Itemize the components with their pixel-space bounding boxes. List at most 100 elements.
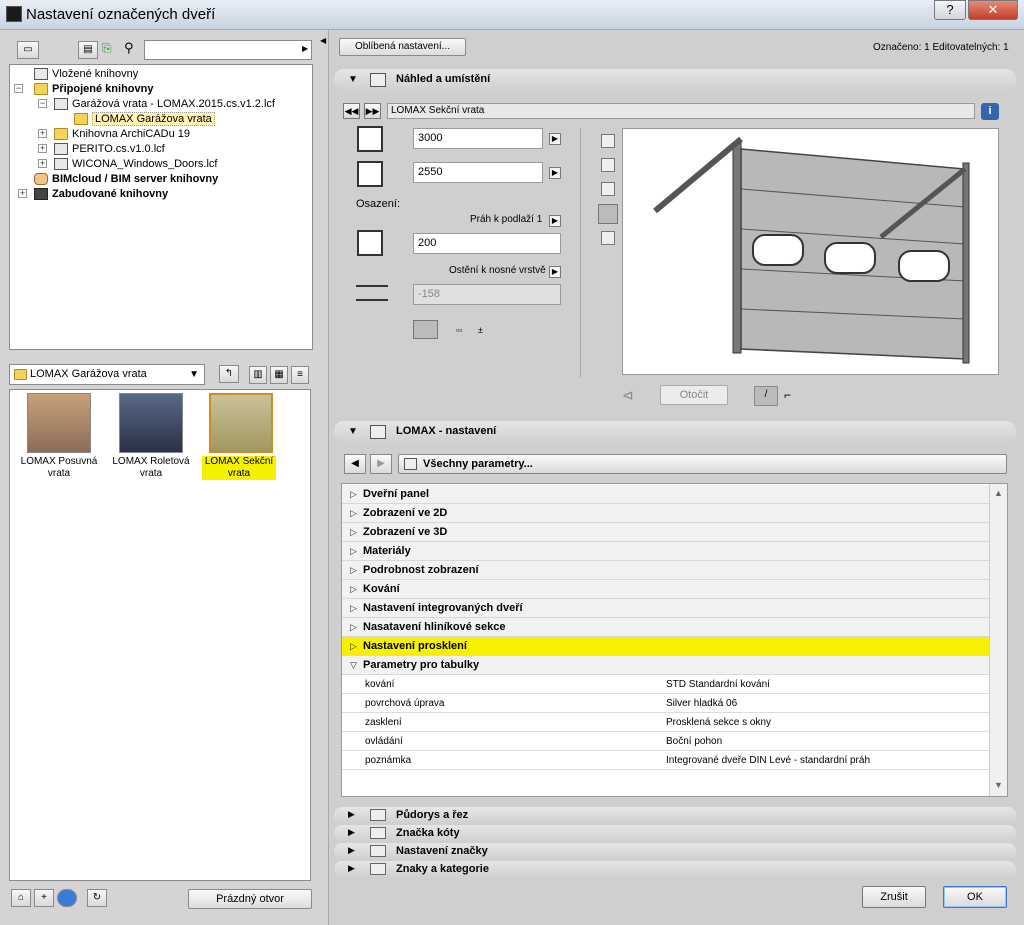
folder-up-icon[interactable]: ↰ <box>219 365 239 383</box>
expand-icon[interactable]: + <box>18 189 27 198</box>
param-group[interactable]: ▷ Kování <box>342 580 989 599</box>
width-field[interactable]: 3000 <box>413 128 543 149</box>
back-button[interactable]: ◀ <box>344 454 366 474</box>
width-icon <box>357 126 383 152</box>
expand-icon[interactable]: + <box>38 129 47 138</box>
section-marker-settings[interactable]: ▶ Nastavení značky <box>334 843 1016 860</box>
expand-triangle-icon: ▷ <box>350 546 357 556</box>
view-plan-icon[interactable] <box>601 134 615 148</box>
view-section-icon[interactable] <box>601 158 615 172</box>
collapse-icon[interactable]: − <box>38 99 47 108</box>
tree-item[interactable]: Připojené knihovny <box>34 82 153 97</box>
add-library-icon[interactable]: + <box>34 889 54 907</box>
tree-item[interactable]: WICONA_Windows_Doors.lcf <box>54 157 217 172</box>
expand-icon[interactable]: + <box>38 159 47 168</box>
param-row[interactable]: zasklení Prosklená sekce s okny <box>342 713 989 732</box>
tree-item[interactable]: Garážová vrata - LOMAX.2015.cs.v1.2.lcf <box>54 97 275 112</box>
section-floorplan[interactable]: ▶ Půdorys a řez <box>334 807 1016 824</box>
search-arrow-icon[interactable]: ▶ <box>302 44 308 53</box>
opening-side-icon[interactable]: / <box>754 386 778 406</box>
folder-dropdown[interactable]: LOMAX Garážova vrata ▼ <box>9 364 205 385</box>
library-tree: Vložené knihovny − Připojené knihovny − … <box>9 64 313 350</box>
search-input[interactable] <box>144 40 312 60</box>
param-group[interactable]: ▷ Podrobnost zobrazení <box>342 561 989 580</box>
param-group[interactable]: ▷ Materiály <box>342 542 989 561</box>
view-list-icon[interactable]: ≡ <box>291 366 309 384</box>
height-arrow-icon[interactable]: ▶ <box>549 167 561 179</box>
folder-icon <box>74 113 88 126</box>
panel-collapse-icon[interactable]: ◀ <box>320 36 326 45</box>
section-dimension-marker[interactable]: ▶ Značka kóty <box>334 825 1016 842</box>
view-3d-icon[interactable] <box>598 204 618 224</box>
sill-field[interactable]: 200 <box>413 233 561 254</box>
expand-triangle-icon: ▷ <box>350 489 357 499</box>
params-icon <box>404 458 417 470</box>
scroll-up-icon: ▲ <box>994 488 1003 498</box>
param-group-expanded[interactable]: ▽ Parametry pro tabulky <box>342 656 989 675</box>
thumb-sliding-door[interactable] <box>27 393 91 453</box>
section-categories[interactable]: ▶ Znaky a kategorie <box>334 861 1016 878</box>
tree-item[interactable]: BIMcloud / BIM server knihovny <box>34 172 218 187</box>
library-manager-icon[interactable]: ▤ <box>78 41 98 59</box>
anchor-option-2-icon[interactable]: ▫▫ <box>456 325 462 335</box>
help-button[interactable]: ? <box>934 0 966 20</box>
width-arrow-icon[interactable]: ▶ <box>549 133 561 145</box>
param-row[interactable]: poznámka Integrované dveře DIN Levé - sta… <box>342 751 989 770</box>
reveal-arrow-icon[interactable]: ▶ <box>549 266 561 278</box>
refresh-icon[interactable]: ↻ <box>87 889 107 907</box>
tree-item[interactable]: Knihovna ArchiCADu 19 <box>54 127 190 142</box>
anchor-option-3-icon[interactable]: ± <box>478 325 483 335</box>
expand-icon[interactable]: + <box>38 144 47 153</box>
ok-button[interactable]: OK <box>943 886 1007 908</box>
param-group[interactable]: ▷ Zobrazení ve 2D <box>342 504 989 523</box>
thumb-label[interactable]: LOMAX Posuvná vrata <box>16 456 102 480</box>
param-group[interactable]: ▷ Dveřní panel <box>342 485 989 504</box>
view-elevation-icon[interactable] <box>601 182 615 196</box>
library-file-icon <box>54 98 68 111</box>
folder-icon <box>54 128 68 141</box>
expand-triangle-icon: ▷ <box>350 603 357 613</box>
param-row[interactable]: kování STD Standardní kování <box>342 675 989 694</box>
view-large-icon[interactable]: ▥ <box>249 366 267 384</box>
param-row[interactable]: ovládání Boční pohon <box>342 732 989 751</box>
close-button[interactable]: ✕ <box>968 0 1018 20</box>
forward-button[interactable]: ▶ <box>370 454 392 474</box>
tree-item[interactable]: LOMAX Garážova vrata <box>74 112 215 127</box>
globe-icon[interactable] <box>57 889 77 907</box>
folder-icon <box>14 369 27 380</box>
all-parameters-dropdown[interactable]: Všechny parametry... <box>398 454 1007 474</box>
param-group-selected[interactable]: ▷ Nastavení prosklení <box>342 637 989 656</box>
library-icon-1[interactable]: ⌂ <box>11 889 31 907</box>
thumb-sectional-door[interactable] <box>209 393 273 453</box>
collapse-icon[interactable]: − <box>14 84 23 93</box>
height-field[interactable]: 2550 <box>413 162 543 183</box>
thumb-roller-door[interactable] <box>119 393 183 453</box>
param-group[interactable]: ▷ Nastavení integrovaných dveří <box>342 599 989 618</box>
tag-icon[interactable]: ⎘ <box>102 41 112 56</box>
tree-item[interactable]: Vložené knihovny <box>34 67 138 82</box>
param-group[interactable]: ▷ Nasatavení hliníkové sekce <box>342 618 989 637</box>
search-icon[interactable]: ⚲ <box>124 40 134 56</box>
opening-side-alt-icon[interactable]: ⌐ <box>784 388 791 402</box>
thumb-label[interactable]: LOMAX Roletová vrata <box>108 456 194 480</box>
view-mode-icon[interactable]: ▭ <box>17 41 39 59</box>
anchor-option-1-icon[interactable] <box>413 320 438 339</box>
param-row[interactable]: povrchová úprava Silver hladká 06 <box>342 694 989 713</box>
thumb-label-selected[interactable]: LOMAX Sekční vrata <box>202 456 276 480</box>
prev-object-button[interactable]: ◀◀ <box>343 103 360 119</box>
tree-item[interactable]: PERITO.cs.v1.0.lcf <box>54 142 165 157</box>
view-frame-icon[interactable] <box>601 231 615 245</box>
favorites-button[interactable]: Oblíbená nastavení... <box>339 38 466 56</box>
info-icon[interactable]: i <box>981 103 999 120</box>
view-grid-icon[interactable]: ▦ <box>270 366 288 384</box>
expand-triangle-icon: ▷ <box>350 565 357 575</box>
sill-arrow-icon[interactable]: ▶ <box>549 215 561 227</box>
empty-opening-button[interactable]: Prázdný otvor <box>188 889 312 909</box>
param-group[interactable]: ▷ Zobrazení ve 3D <box>342 523 989 542</box>
cancel-button[interactable]: Zrušit <box>862 886 926 908</box>
tree-item[interactable]: Zabudované knihovny <box>34 187 168 202</box>
section-preview-header[interactable]: ▼ Náhled a umístění <box>334 69 1016 91</box>
section-lomax-header[interactable]: ▼ LOMAX - nastavení <box>334 421 1016 443</box>
next-object-button[interactable]: ▶▶ <box>364 103 381 119</box>
scrollbar[interactable]: ▲ ▼ <box>989 484 1007 796</box>
